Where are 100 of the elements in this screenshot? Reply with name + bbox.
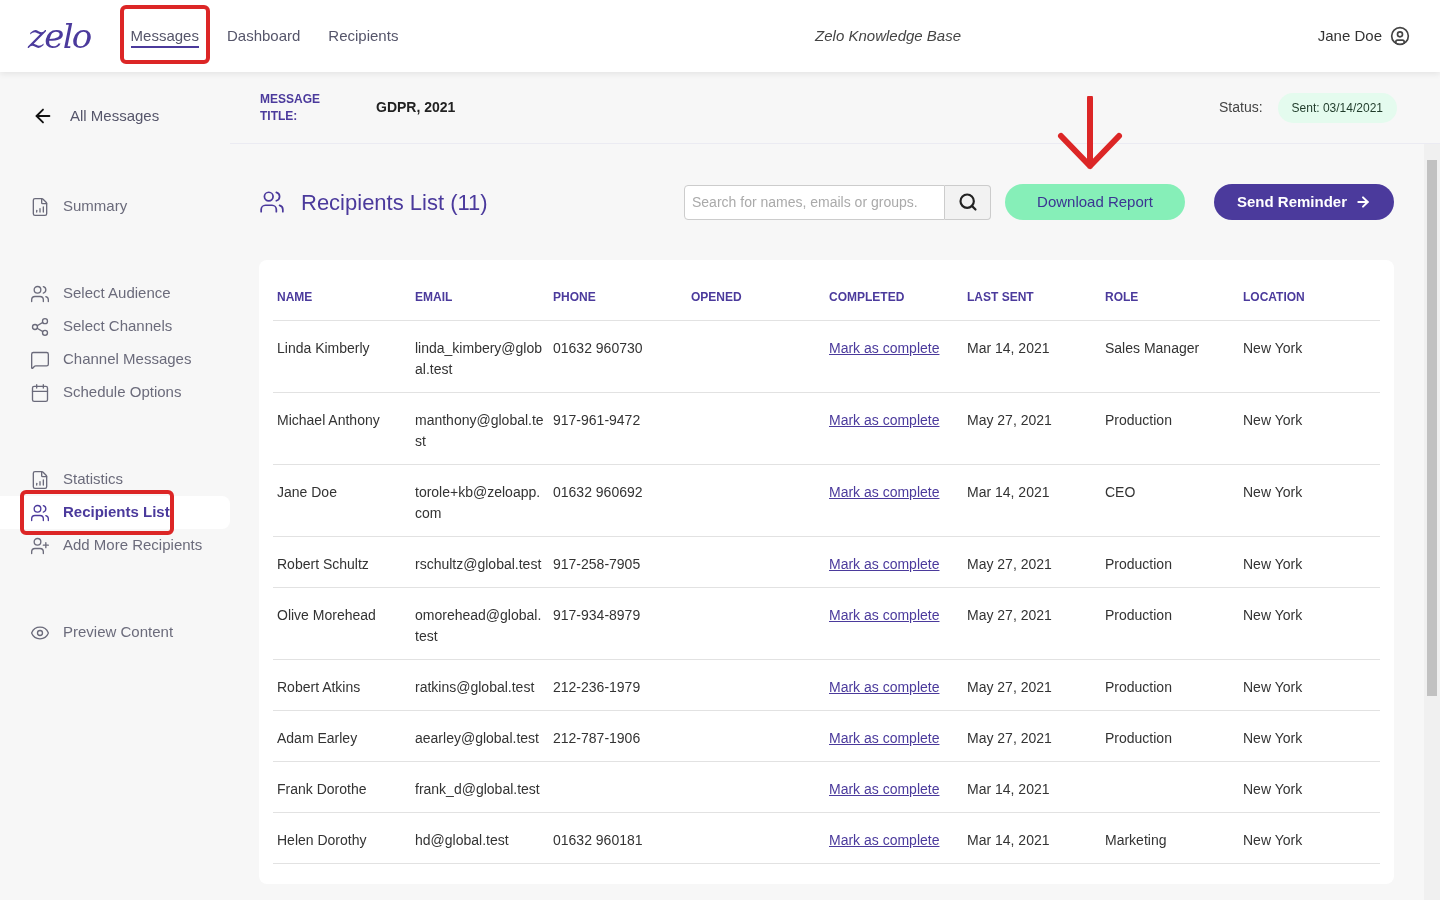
table-cell: Production (1105, 679, 1172, 695)
user-name[interactable]: Jane Doe (1317, 24, 1382, 48)
column-header: LOCATION (1242, 289, 1306, 306)
download-report-button[interactable]: Download Report (1005, 184, 1185, 220)
status-badge: Sent: 03/14/2021 (1277, 92, 1397, 123)
mark-complete-link[interactable]: Mark as complete (829, 340, 940, 356)
nav-link[interactable]: Dashboard (226, 27, 301, 46)
table-cell: linda_kimbery@global.test (415, 340, 543, 377)
table-cell: Production (1105, 556, 1172, 572)
sidebar-item[interactable]: Schedule Options (30, 381, 182, 404)
mark-complete-link[interactable]: Mark as complete (829, 679, 940, 695)
table-cell: 917-258-7905 (553, 556, 641, 572)
table-cell: 212-787-1906 (553, 730, 641, 746)
search-button[interactable] (945, 184, 991, 220)
table-cell: CEO (1105, 484, 1136, 500)
mark-complete-link[interactable]: Mark as complete (829, 412, 940, 428)
table-cell: New York (1243, 556, 1303, 572)
table-cell: May 27, 2021 (967, 556, 1052, 572)
nav-link[interactable]: Recipients (328, 27, 399, 46)
table-cell: Robert Schultz (277, 556, 369, 572)
search-field[interactable]: Search for names, emails or groups. (684, 184, 945, 220)
search-icon (957, 192, 978, 212)
sidebar-item[interactable]: Preview Content (30, 621, 174, 644)
table-cell: Mar 14, 2021 (967, 781, 1050, 797)
table-cell: 917-961-9472 (553, 412, 641, 428)
send-reminder-button[interactable]: Send Reminder (1214, 184, 1394, 220)
table-cell: Mar 14, 2021 (967, 484, 1050, 500)
add-user-icon (30, 535, 50, 556)
table-cell: torole+kb@zeloapp.com (415, 484, 541, 521)
people-icon (30, 283, 50, 304)
column-header: NAME (276, 289, 314, 306)
table-cell: rschultz@global.test (415, 556, 542, 572)
table-cell: Mar 14, 2021 (967, 340, 1050, 356)
report-icon (30, 196, 50, 217)
status-label: Status: (1219, 98, 1263, 117)
table-cell: May 27, 2021 (967, 679, 1052, 695)
share-icon (30, 316, 50, 337)
table-cell: Robert Atkins (277, 679, 361, 695)
mark-complete-link[interactable]: Mark as complete (829, 607, 940, 623)
table-cell: New York (1243, 832, 1303, 848)
column-header: ROLE (1104, 289, 1140, 306)
sidebar-item[interactable]: Summary (30, 195, 128, 218)
user-icon[interactable] (1390, 26, 1410, 46)
calendar-icon (30, 382, 50, 403)
table-cell: omorehead@global.test (415, 607, 542, 644)
sidebar-item[interactable]: Select Audience (30, 282, 171, 305)
column-header: OPENED (690, 289, 743, 306)
sidebar-item[interactable]: Channel Messages (30, 348, 192, 371)
table-cell: Adam Earley (277, 730, 358, 746)
message-title-label: MESSAGE TITLE: (260, 90, 321, 125)
mark-complete-link[interactable]: Mark as complete (829, 730, 940, 746)
people-icon (259, 189, 285, 215)
table-cell: Marketing (1105, 832, 1167, 848)
table-cell: manthony@global.test (415, 412, 544, 449)
table-cell: 01632 960730 (553, 340, 643, 356)
people-icon (30, 502, 50, 523)
table-cell: Production (1105, 730, 1172, 746)
table-cell: Production (1105, 607, 1172, 623)
column-header: PHONE (552, 289, 597, 306)
table-cell: Linda Kimberly (277, 340, 370, 356)
table-cell: Frank Dorothe (277, 781, 367, 797)
table-cell: ratkins@global.test (415, 679, 535, 695)
column-header: EMAIL (414, 289, 454, 306)
sidebar-item[interactable]: Statistics (30, 468, 123, 491)
table-cell: Production (1105, 412, 1172, 428)
table-cell: Helen Dorothy (277, 832, 367, 848)
sidebar-item[interactable]: Select Channels (30, 315, 173, 338)
table-cell: New York (1243, 730, 1303, 746)
mark-complete-link[interactable]: Mark as complete (829, 781, 940, 797)
table-cell: Michael Anthony (277, 412, 380, 428)
table-cell: Jane Doe (277, 484, 337, 500)
table-cell: May 27, 2021 (967, 607, 1052, 623)
table-cell: Sales Manager (1105, 340, 1200, 356)
table-cell: New York (1243, 340, 1303, 356)
table-cell: New York (1243, 412, 1303, 428)
table-cell: New York (1243, 607, 1303, 623)
table-cell: frank_d@global.test (415, 781, 540, 797)
report-icon (30, 469, 50, 490)
table-cell: New York (1243, 679, 1303, 695)
table-cell: 212-236-1979 (553, 679, 641, 695)
table-cell: Mar 14, 2021 (967, 832, 1050, 848)
sidebar-item[interactable]: Add More Recipients (30, 534, 203, 557)
back-link[interactable]: All Messages (0, 104, 230, 128)
table-cell: May 27, 2021 (967, 730, 1052, 746)
logo[interactable]: zelo (28, 19, 91, 53)
knowledge-base-title: Zelo Knowledge Base (815, 25, 962, 46)
column-header: LAST SENT (966, 289, 1035, 306)
table-cell: Olive Morehead (277, 607, 376, 623)
nav-link[interactable]: Messages (130, 27, 199, 48)
table-cell: May 27, 2021 (967, 412, 1052, 428)
mark-complete-link[interactable]: Mark as complete (829, 556, 940, 572)
table-cell: 01632 960181 (553, 832, 643, 848)
mark-complete-link[interactable]: Mark as complete (829, 484, 940, 500)
table-cell: 01632 960692 (553, 484, 643, 500)
mark-complete-link[interactable]: Mark as complete (829, 832, 940, 848)
column-header: COMPLETED (828, 289, 906, 306)
list-title: Recipients List (11) (301, 188, 488, 217)
scrollbar[interactable] (1424, 144, 1440, 900)
table-cell: hd@global.test (415, 832, 509, 848)
message-title: GDPR, 2021 (376, 98, 456, 117)
